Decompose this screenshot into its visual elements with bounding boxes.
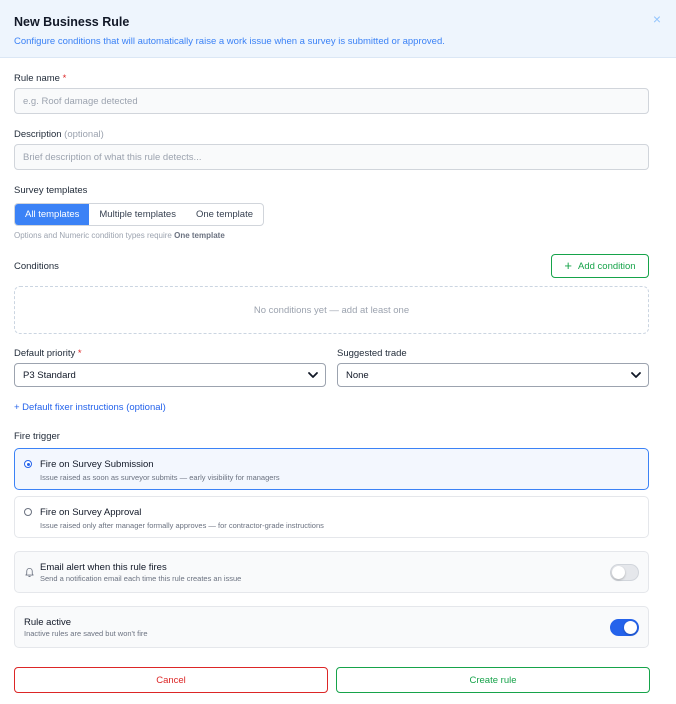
required-mark: * — [77, 348, 82, 359]
description-label: Description (optional) — [14, 129, 104, 140]
radio-unselected[interactable] — [24, 508, 32, 516]
dialog-subtitle: Configure conditions that will automatic… — [14, 36, 445, 47]
optional-mark: (optional) — [64, 129, 104, 140]
email-alert-toggle[interactable] — [610, 564, 639, 581]
survey-templates-segmented-control: All templates Multiple templates One tem… — [14, 203, 264, 226]
survey-templates-hint: Options and Numeric condition types requ… — [14, 231, 225, 240]
description-label-text: Description — [14, 129, 62, 140]
suggested-trade-label: Suggested trade — [337, 348, 407, 359]
rule-name-label: Rule name * — [14, 73, 66, 84]
fire-trigger-label: Fire trigger — [14, 431, 60, 442]
rule-active-setting: Rule active Inactive rules are saved but… — [14, 606, 649, 648]
rule-name-input[interactable] — [14, 88, 649, 114]
create-rule-button[interactable]: Create rule — [336, 667, 650, 693]
rule-active-title: Rule active — [24, 617, 71, 628]
chevron-down-icon — [308, 372, 318, 378]
fire-on-approval-option[interactable]: Fire on Survey Approval Issue raised onl… — [14, 496, 649, 538]
toggle-knob — [612, 566, 625, 579]
email-alert-setting: Email alert when this rule fires Send a … — [14, 551, 649, 593]
option-title: Fire on Survey Approval — [40, 507, 142, 518]
default-priority-label: Default priority * — [14, 348, 82, 359]
default-priority-select[interactable]: P3 Standard — [14, 363, 326, 387]
template-option-multiple[interactable]: Multiple templates — [89, 204, 186, 225]
bell-icon — [25, 567, 34, 577]
template-option-all[interactable]: All templates — [15, 204, 90, 225]
option-description: Issue raised only after manager formally… — [40, 521, 324, 530]
close-icon[interactable]: × — [650, 12, 664, 26]
rule-name-label-text: Rule name — [14, 73, 60, 84]
radio-selected[interactable] — [24, 460, 32, 468]
toggle-knob — [624, 621, 637, 634]
conditions-empty-state: No conditions yet — add at least one — [14, 286, 649, 334]
description-input[interactable] — [14, 144, 649, 170]
default-priority-value: P3 Standard — [23, 369, 76, 381]
suggested-trade-select[interactable]: None — [337, 363, 649, 387]
rule-active-description: Inactive rules are saved but won't fire — [24, 629, 148, 638]
dialog-title: New Business Rule — [14, 15, 130, 29]
default-fixer-instructions-link[interactable]: + Default fixer instructions (optional) — [14, 402, 166, 413]
empty-state-text: No conditions yet — add at least one — [253, 304, 410, 316]
hint-emphasis: One template — [174, 231, 225, 240]
fire-on-submission-option[interactable]: Fire on Survey Submission Issue raised a… — [14, 448, 649, 490]
email-alert-description: Send a notification email each time this… — [40, 574, 242, 583]
survey-templates-label: Survey templates — [14, 185, 88, 196]
plus-icon: + — [564, 258, 572, 273]
default-priority-label-text: Default priority — [14, 348, 76, 359]
add-condition-label: Add condition — [578, 260, 636, 272]
email-alert-title: Email alert when this rule fires — [40, 562, 167, 573]
conditions-label: Conditions — [14, 261, 59, 272]
cancel-button[interactable]: Cancel — [14, 667, 328, 693]
template-option-one[interactable]: One template — [186, 204, 263, 225]
option-description: Issue raised as soon as surveyor submits… — [40, 473, 280, 482]
dialog-header: New Business Rule Configure conditions t… — [0, 0, 676, 58]
hint-text: Options and Numeric condition types requ… — [14, 231, 172, 240]
required-mark: * — [62, 73, 67, 84]
suggested-trade-value: None — [346, 369, 369, 381]
chevron-down-icon — [631, 372, 641, 378]
add-condition-button[interactable]: + Add condition — [551, 254, 649, 278]
option-title: Fire on Survey Submission — [40, 459, 154, 470]
rule-active-toggle[interactable] — [610, 619, 639, 636]
